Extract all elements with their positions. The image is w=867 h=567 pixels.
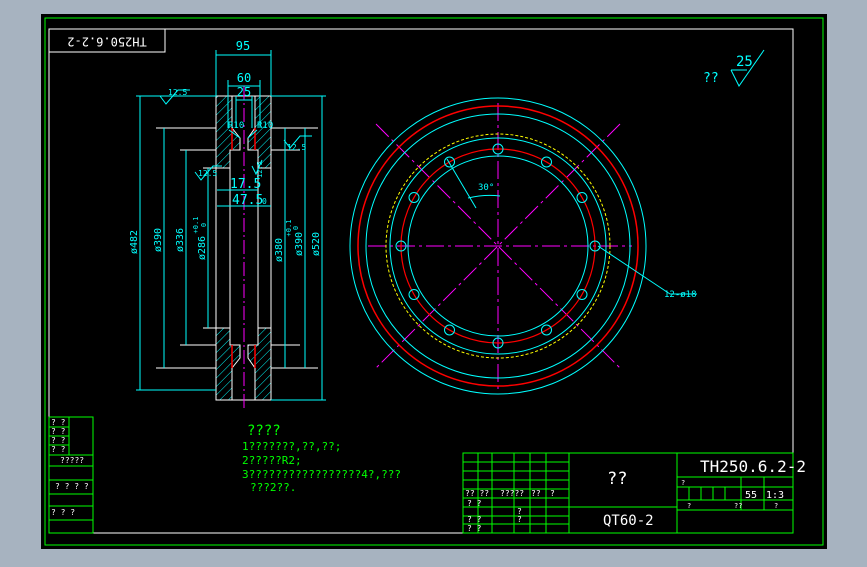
angle-label: 30° <box>478 183 494 193</box>
svg-text:? ?: ? ? <box>467 515 482 524</box>
svg-text:60: 60 <box>237 71 251 85</box>
svg-text:???2??.: ???2??. <box>250 481 296 494</box>
svg-text:12.5: 12.5 <box>168 88 187 97</box>
svg-text:ø520: ø520 <box>311 232 322 256</box>
svg-text:?: ? <box>774 502 778 510</box>
svg-text:95: 95 <box>236 39 250 53</box>
svg-text:17.5: 17.5 <box>230 177 261 192</box>
svg-text:??: ?? <box>734 502 742 510</box>
svg-text:????: ???? <box>247 423 281 439</box>
svg-text:??: ?? <box>703 71 719 86</box>
svg-text:? ? ? ?: ? ? ? ? <box>55 482 89 491</box>
svg-text:?: ? <box>687 502 691 510</box>
svg-text:3?????????????????4?,???: 3?????????????????4?,??? <box>242 468 401 481</box>
svg-text:?: ? <box>550 489 555 498</box>
cad-window: TH250.6.2-2 ?? 25 95 60 25 12.5 12.5 12.… <box>0 0 867 562</box>
svg-text:R10: R10 <box>228 121 244 131</box>
svg-text:? ?: ? ? <box>467 524 482 533</box>
svg-text:0: 0 <box>262 197 267 206</box>
svg-text:? ? ?: ? ? ? <box>51 508 75 517</box>
svg-text:0: 0 <box>292 226 300 230</box>
svg-text:ø286: ø286 <box>197 236 208 260</box>
svg-text:12.5: 12.5 <box>256 161 264 178</box>
svg-text:?: ? <box>681 479 685 487</box>
svg-text:ø482: ø482 <box>129 230 140 254</box>
svg-text:?????: ????? <box>60 456 84 465</box>
part-name: ?? <box>607 469 627 489</box>
svg-text:2?????R2;: 2?????R2; <box>242 454 302 467</box>
svg-text:?????: ????? <box>500 489 524 498</box>
svg-text:12.5: 12.5 <box>198 169 217 178</box>
svg-text:?? ??: ?? ?? <box>465 489 489 498</box>
drawing-number: TH250.6.2-2 <box>700 457 806 476</box>
svg-text:+0.1: +0.1 <box>192 217 200 234</box>
scale: 1:3 <box>766 490 784 501</box>
svg-text:? ?: ? ? <box>51 436 66 445</box>
svg-text:0: 0 <box>200 223 208 227</box>
svg-text:ø380: ø380 <box>274 238 285 262</box>
svg-text:R10: R10 <box>257 121 273 131</box>
svg-text:? ?: ? ? <box>467 499 482 508</box>
corner-code-text: TH250.6.2-2 <box>67 35 146 49</box>
svg-text:25: 25 <box>237 85 251 99</box>
svg-text:? ?: ? ? <box>51 445 66 454</box>
svg-text:ø336: ø336 <box>175 228 186 252</box>
svg-text:12.5: 12.5 <box>287 143 306 152</box>
holes-label: 12-ø18 <box>664 290 697 300</box>
svg-text:ø390: ø390 <box>294 232 305 256</box>
svg-text:?: ? <box>517 515 522 524</box>
material: QT60-2 <box>603 513 654 529</box>
svg-text:? ?: ? ? <box>51 418 66 427</box>
svg-text:??: ?? <box>531 489 541 498</box>
svg-text:1???????,??,??;: 1???????,??,??; <box>242 440 341 453</box>
svg-text:47.5: 47.5 <box>232 193 263 208</box>
svg-text:? ?: ? ? <box>51 427 66 436</box>
weight: 55 <box>745 490 757 501</box>
svg-text:ø390: ø390 <box>153 228 164 252</box>
svg-text:25: 25 <box>736 54 753 70</box>
